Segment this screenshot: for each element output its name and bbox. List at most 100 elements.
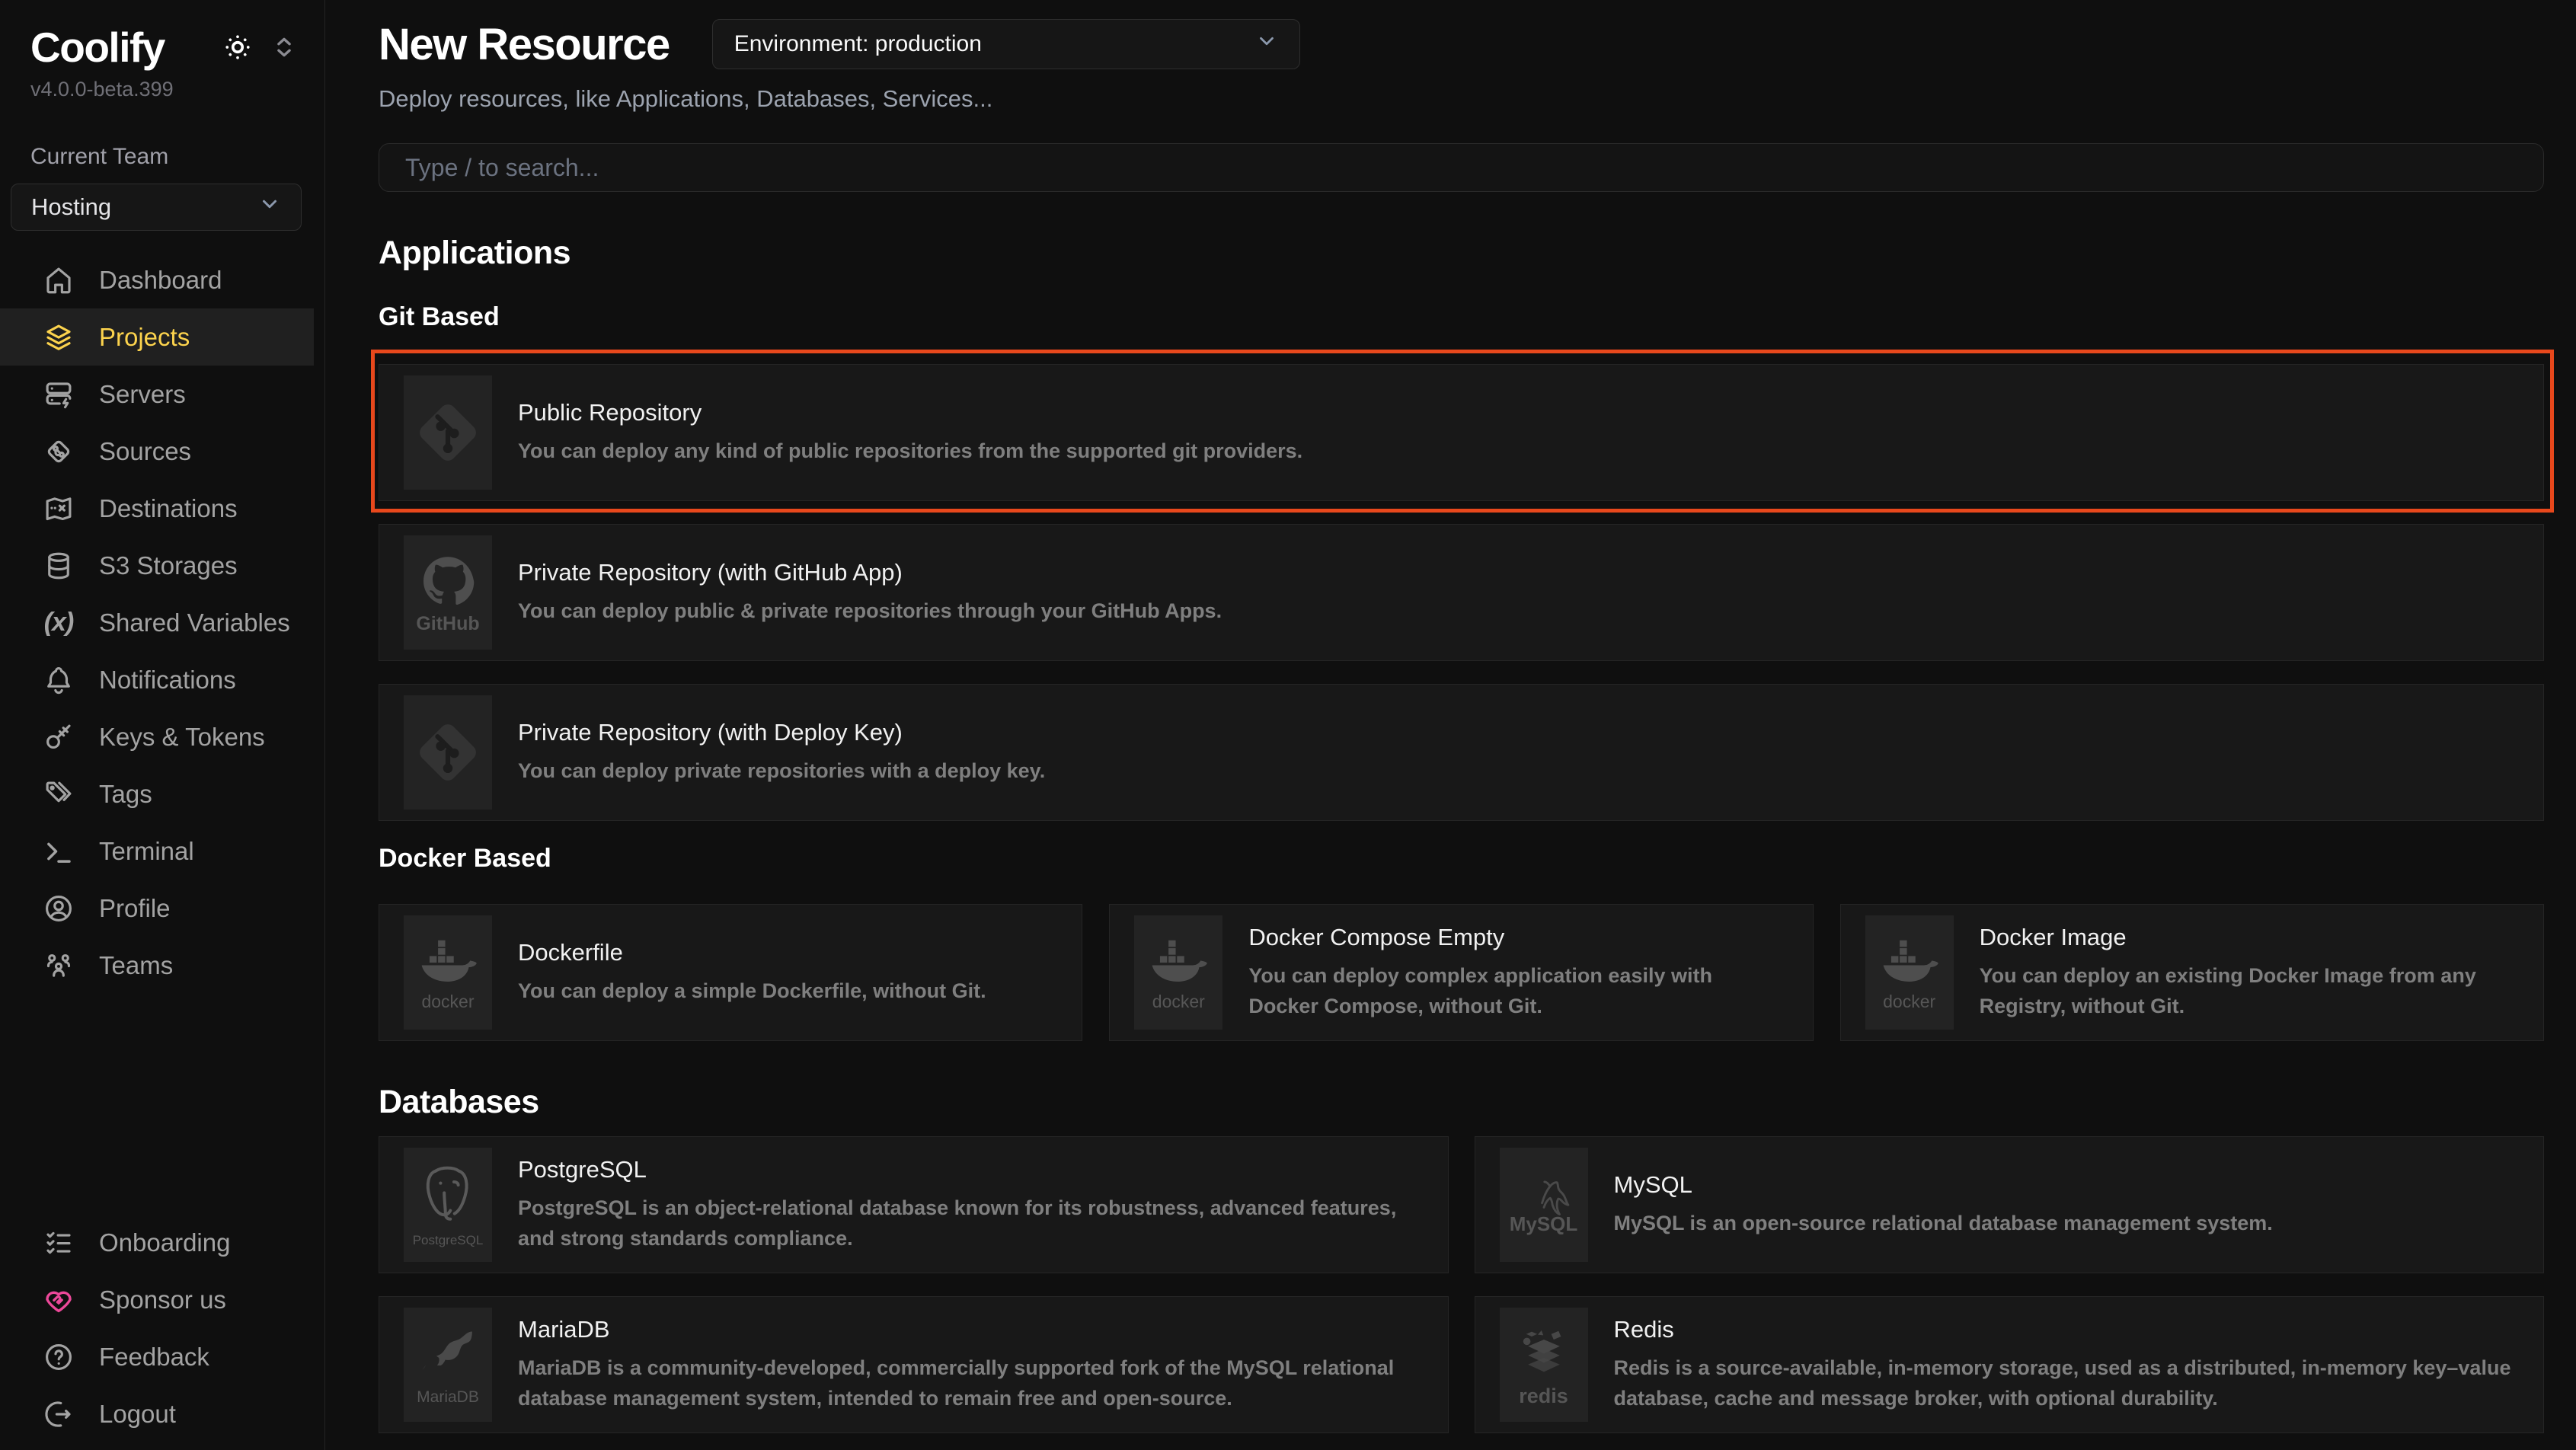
card-title: Public Repository bbox=[518, 399, 1302, 426]
sidebar-item-label: Sponsor us bbox=[99, 1286, 226, 1314]
card-dockerfile[interactable]: docker Dockerfile You can deploy a simpl… bbox=[379, 904, 1082, 1041]
docker-icon: docker bbox=[404, 915, 492, 1030]
sidebar-item-dashboard[interactable]: Dashboard bbox=[0, 251, 324, 308]
database-icon bbox=[43, 550, 75, 582]
sidebar-footer-nav: Onboarding Sponsor us Feedback bbox=[0, 1214, 324, 1442]
sidebar-item-sponsor-us[interactable]: Sponsor us bbox=[0, 1271, 324, 1328]
card-docker-image[interactable]: docker Docker Image You can deploy an ex… bbox=[1840, 904, 2544, 1041]
sidebar-item-label: S3 Storages bbox=[99, 551, 238, 580]
git-icon bbox=[404, 695, 492, 810]
card-postgresql[interactable]: PostgreSQL PostgreSQL PostgreSQL is an o… bbox=[379, 1136, 1449, 1273]
team-select[interactable]: Hosting bbox=[11, 184, 302, 231]
sidebar-item-s3-storages[interactable]: S3 Storages bbox=[0, 537, 324, 594]
redis-icon: redis bbox=[1500, 1308, 1588, 1422]
sidebar-item-tags[interactable]: Tags bbox=[0, 765, 324, 822]
mysql-wordmark: MySQL bbox=[1510, 1214, 1578, 1234]
card-description: You can deploy public & private reposito… bbox=[518, 596, 1222, 627]
sidebar-item-shared-variables[interactable]: (x) Shared Variables bbox=[0, 594, 324, 651]
sidebar-item-label: Teams bbox=[99, 951, 173, 980]
subsection-title-git-based: Git Based bbox=[379, 302, 2544, 332]
card-title: MySQL bbox=[1614, 1171, 2273, 1199]
user-circle-icon bbox=[43, 893, 75, 925]
sidebar-item-label: Onboarding bbox=[99, 1228, 230, 1257]
sidebar-item-teams[interactable]: Teams bbox=[0, 937, 324, 994]
sidebar-item-label: Projects bbox=[99, 323, 190, 352]
card-title: PostgreSQL bbox=[518, 1156, 1421, 1183]
git-icon bbox=[404, 375, 492, 490]
docker-icon: docker bbox=[1134, 915, 1222, 1030]
terminal-icon bbox=[43, 835, 75, 867]
card-docker-compose-empty[interactable]: docker Docker Compose Empty You can depl… bbox=[1109, 904, 1813, 1041]
docker-icon: docker bbox=[1865, 915, 1954, 1030]
sidebar-item-servers[interactable]: Servers bbox=[0, 366, 324, 423]
theme-sun-icon[interactable] bbox=[221, 30, 254, 64]
sidebar-item-notifications[interactable]: Notifications bbox=[0, 651, 324, 708]
sidebar-item-keys-tokens[interactable]: Keys & Tokens bbox=[0, 708, 324, 765]
card-description: You can deploy any kind of public reposi… bbox=[518, 436, 1302, 467]
sidebar-item-label: Shared Variables bbox=[99, 608, 290, 637]
sidebar-item-label: Terminal bbox=[99, 837, 194, 866]
sidebar-item-label: Sources bbox=[99, 437, 191, 466]
sidebar-nav: Dashboard Projects bbox=[0, 251, 324, 994]
card-title: Docker Compose Empty bbox=[1248, 924, 1785, 951]
card-public-repository[interactable]: Public Repository You can deploy any kin… bbox=[379, 364, 2544, 501]
subsection-title-docker-based: Docker Based bbox=[379, 844, 2544, 874]
tag-icon bbox=[43, 778, 75, 810]
sidebar-item-label: Dashboard bbox=[99, 266, 222, 295]
brand-logo: Coolify bbox=[30, 23, 165, 72]
sidebar-item-label: Notifications bbox=[99, 666, 236, 695]
chevron-down-icon bbox=[1255, 30, 1278, 59]
map-icon bbox=[43, 493, 75, 525]
app-version: v4.0.0-beta.399 bbox=[30, 78, 324, 101]
card-description: MariaDB is a community-developed, commer… bbox=[518, 1353, 1421, 1414]
sidebar-item-destinations[interactable]: Destinations bbox=[0, 480, 324, 537]
sidebar-item-onboarding[interactable]: Onboarding bbox=[0, 1214, 324, 1271]
mariadb-wordmark: MariaDB bbox=[417, 1389, 479, 1405]
sidebar-item-feedback[interactable]: Feedback bbox=[0, 1328, 324, 1385]
collapse-chevrons-icon[interactable] bbox=[271, 34, 297, 60]
card-title: Redis bbox=[1614, 1316, 2517, 1343]
mariadb-icon: MariaDB bbox=[404, 1308, 492, 1422]
variable-icon: (x) bbox=[43, 607, 75, 639]
sidebar-item-profile[interactable]: Profile bbox=[0, 880, 324, 937]
server-icon bbox=[43, 378, 75, 410]
card-description: You can deploy an existing Docker Image … bbox=[1980, 960, 2516, 1022]
card-description: Redis is a source-available, in-memory s… bbox=[1614, 1353, 2517, 1414]
key-icon bbox=[43, 721, 75, 753]
card-description: PostgreSQL is an object-relational datab… bbox=[518, 1193, 1421, 1254]
users-icon bbox=[43, 950, 75, 982]
card-redis[interactable]: redis Redis Redis is a source-available,… bbox=[1475, 1296, 2545, 1433]
sidebar-item-label: Logout bbox=[99, 1400, 176, 1429]
sidebar-item-label: Feedback bbox=[99, 1343, 209, 1372]
sidebar-item-terminal[interactable]: Terminal bbox=[0, 822, 324, 880]
card-title: MariaDB bbox=[518, 1316, 1421, 1343]
card-private-repository-github-app[interactable]: GitHub Private Repository (with GitHub A… bbox=[379, 524, 2544, 661]
search-input[interactable] bbox=[382, 144, 2540, 191]
page-title: New Resource bbox=[379, 19, 670, 70]
sidebar-item-sources[interactable]: Sources bbox=[0, 423, 324, 480]
card-description: You can deploy complex application easil… bbox=[1248, 960, 1785, 1022]
search-box bbox=[379, 143, 2544, 192]
home-icon bbox=[43, 264, 75, 296]
card-private-repository-deploy-key[interactable]: Private Repository (with Deploy Key) You… bbox=[379, 684, 2544, 821]
sidebar-item-label: Keys & Tokens bbox=[99, 723, 265, 752]
logout-icon bbox=[43, 1398, 75, 1430]
card-description: You can deploy private repositories with… bbox=[518, 755, 1045, 787]
docker-wordmark: docker bbox=[1152, 993, 1205, 1011]
sidebar-item-projects[interactable]: Projects bbox=[0, 308, 314, 366]
card-mariadb[interactable]: MariaDB MariaDB MariaDB is a community-d… bbox=[379, 1296, 1449, 1433]
sidebar-item-label: Servers bbox=[99, 380, 186, 409]
chevron-down-icon bbox=[258, 193, 281, 222]
card-title: Dockerfile bbox=[518, 939, 986, 966]
card-title: Private Repository (with Deploy Key) bbox=[518, 719, 1045, 746]
redis-wordmark: redis bbox=[1519, 1386, 1568, 1407]
sidebar-item-label: Tags bbox=[99, 780, 152, 809]
docker-wordmark: docker bbox=[1883, 993, 1935, 1011]
postgresql-wordmark: PostgreSQL bbox=[413, 1234, 484, 1247]
sidebar-item-logout[interactable]: Logout bbox=[0, 1385, 324, 1442]
current-team-label: Current Team bbox=[30, 144, 324, 170]
card-mysql[interactable]: MySQL MySQL MySQL is an open-source rela… bbox=[1475, 1136, 2545, 1273]
section-title-applications: Applications bbox=[379, 235, 2544, 272]
layers-icon bbox=[43, 321, 75, 353]
environment-select[interactable]: Environment: production bbox=[712, 19, 1300, 69]
